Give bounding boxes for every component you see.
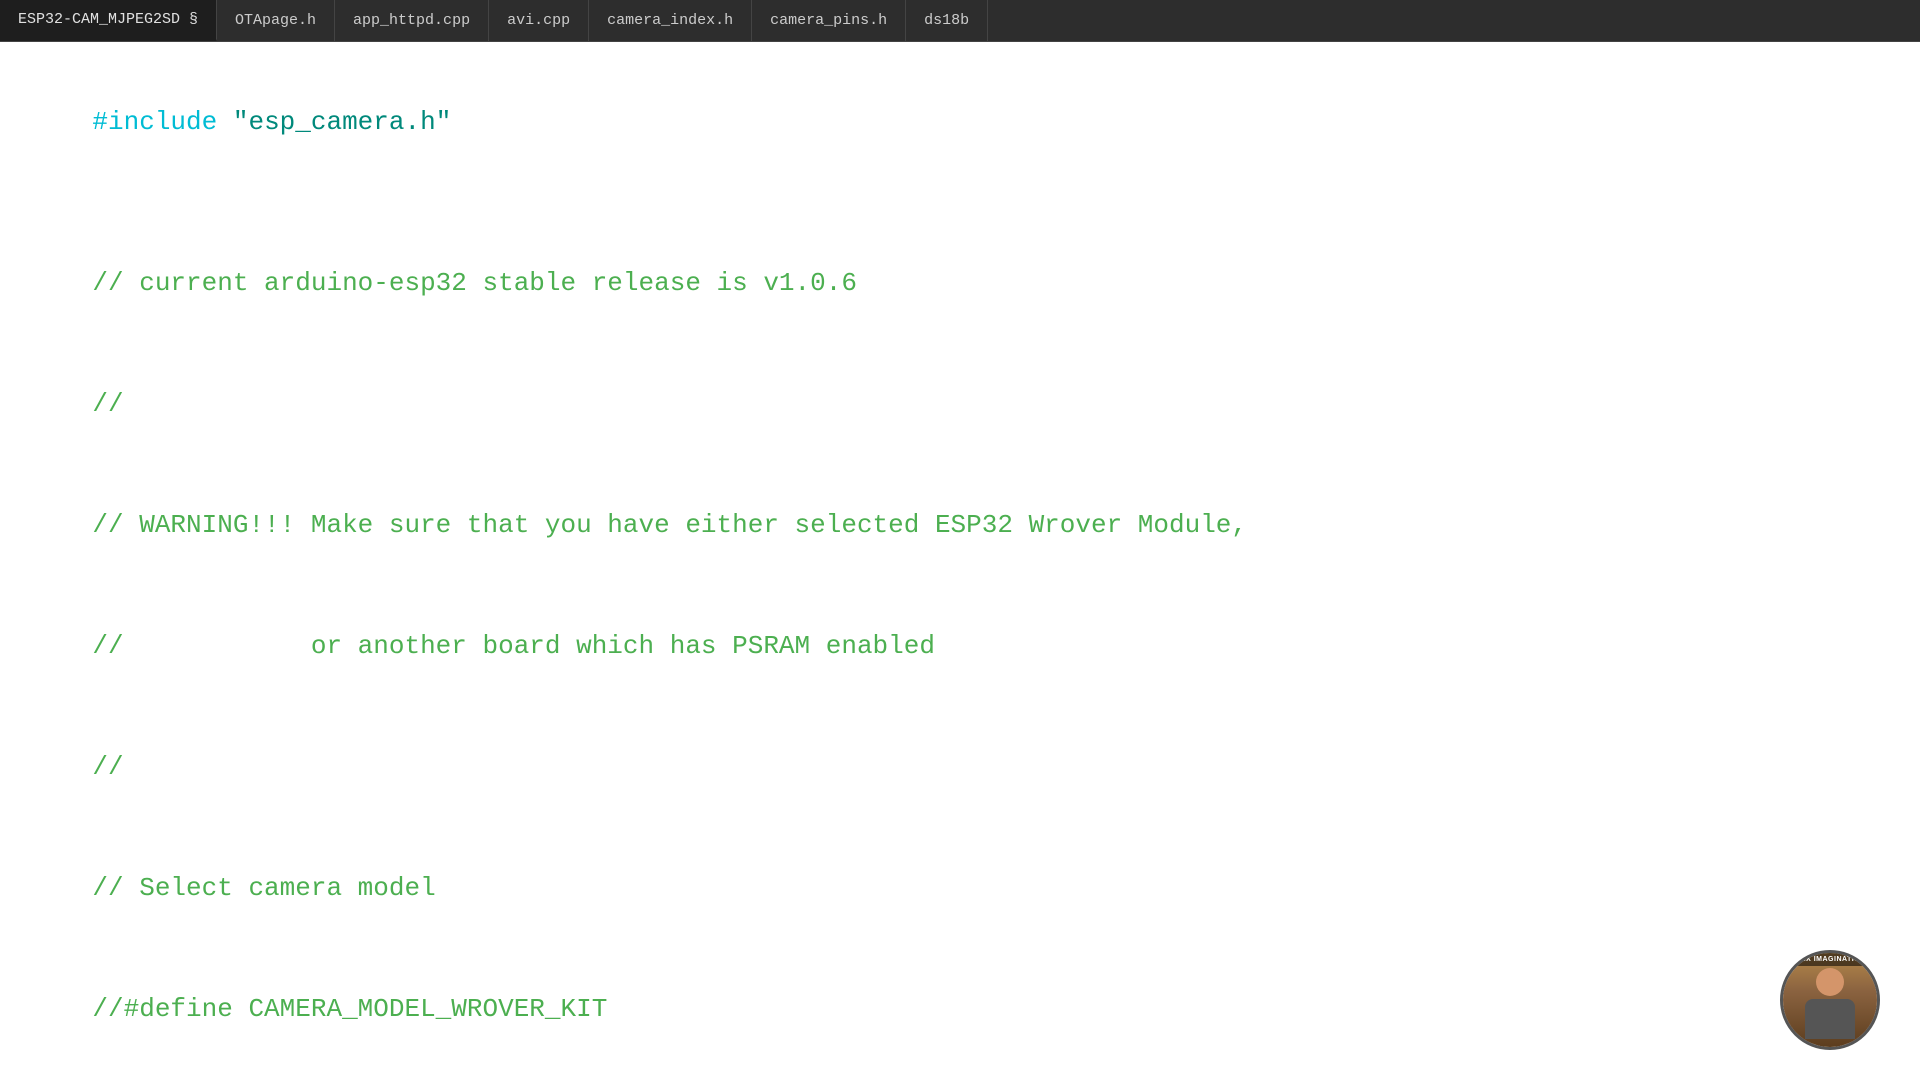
avatar-label: MAX IMAGINATION — [1783, 953, 1877, 966]
tab-main[interactable]: ESP32-CAM_MJPEG2SD § — [0, 0, 217, 41]
code-line-1: #include "esp_camera.h" — [30, 62, 1890, 183]
tab-ds18b-label: ds18b — [924, 12, 969, 29]
string-esp-camera: "esp_camera.h" — [233, 107, 451, 137]
tab-httpd-label: app_httpd.cpp — [353, 12, 470, 29]
comment-line5: // WARNING!!! Make sure that you have ei… — [92, 510, 1247, 540]
comment-line3: // current arduino-esp32 stable release … — [92, 268, 857, 298]
comment-line9: //#define CAMERA_MODEL_WROVER_KIT — [92, 994, 607, 1024]
code-line-9: //#define CAMERA_MODEL_WROVER_KIT — [30, 949, 1890, 1070]
tab-avi[interactable]: avi.cpp — [489, 0, 589, 41]
comment-line4: // — [92, 389, 123, 419]
person-silhouette — [1800, 968, 1860, 1043]
comment-line8: // Select camera model — [92, 873, 435, 903]
code-line-4: // — [30, 344, 1890, 465]
comment-line7: // — [92, 752, 123, 782]
code-editor[interactable]: #include "esp_camera.h" // current ardui… — [0, 42, 1920, 1080]
avatar: MAX IMAGINATION — [1780, 950, 1880, 1050]
tab-camera-index-label: camera_index.h — [607, 12, 733, 29]
code-line-6: // or another board which has PSRAM enab… — [30, 586, 1890, 707]
tab-camera-pins-label: camera_pins.h — [770, 12, 887, 29]
tab-avi-label: avi.cpp — [507, 12, 570, 29]
tab-camera-index[interactable]: camera_index.h — [589, 0, 752, 41]
code-line-5: // WARNING!!! Make sure that you have ei… — [30, 465, 1890, 586]
code-line-10: //#define CAMERA_MODEL_ESP_EYE — [30, 1069, 1890, 1080]
tab-bar: ESP32-CAM_MJPEG2SD § OTApage.h app_httpd… — [0, 0, 1920, 42]
code-line-7: // — [30, 707, 1890, 828]
code-line-2 — [30, 183, 1890, 223]
code-line-8: // Select camera model — [30, 828, 1890, 949]
code-line-3: // current arduino-esp32 stable release … — [30, 223, 1890, 344]
tab-ota-label: OTApage.h — [235, 12, 316, 29]
avatar-face — [1783, 953, 1877, 1047]
tab-ds18b[interactable]: ds18b — [906, 0, 988, 41]
keyword-include: #include — [92, 107, 232, 137]
tab-ota[interactable]: OTApage.h — [217, 0, 335, 41]
tab-main-label: ESP32-CAM_MJPEG2SD § — [18, 11, 198, 28]
comment-line6: // or another board which has PSRAM enab… — [92, 631, 935, 661]
person-head — [1816, 968, 1844, 996]
tab-camera-pins[interactable]: camera_pins.h — [752, 0, 906, 41]
tab-httpd[interactable]: app_httpd.cpp — [335, 0, 489, 41]
person-body — [1805, 999, 1855, 1039]
